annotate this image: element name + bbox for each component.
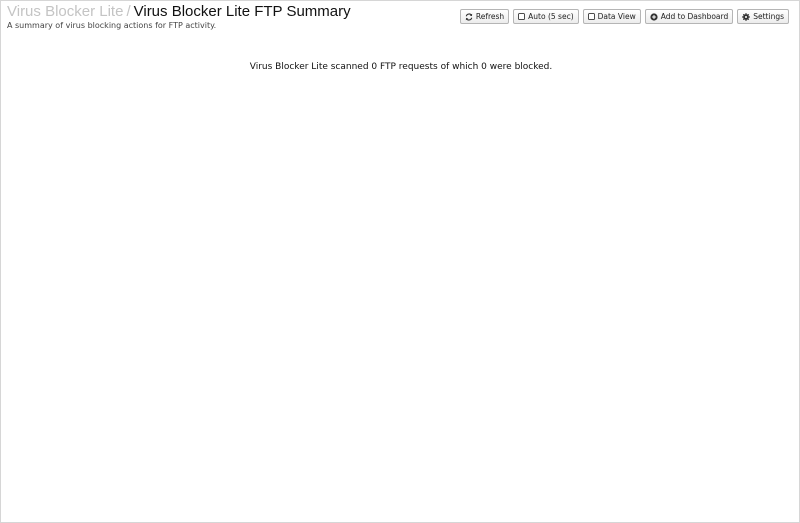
breadcrumb-parent[interactable]: Virus Blocker Lite	[7, 3, 123, 20]
refresh-icon	[465, 12, 473, 21]
summary-text: Virus Blocker Lite scanned 0 FTP request…	[249, 62, 553, 72]
settings-button[interactable]: Settings	[737, 9, 789, 24]
report-panel: Virus Blocker Lite / Virus Blocker Lite FT…	[0, 0, 800, 523]
breadcrumb-separator: /	[126, 3, 131, 20]
report-toolbar: Refresh Auto (5 sec) Data View Add to Da…	[459, 9, 789, 24]
data-view-label: Data View	[597, 12, 636, 21]
auto-refresh-label: Auto (5 sec)	[528, 12, 574, 21]
plus-circle-icon	[650, 12, 658, 21]
data-view-toggle[interactable]: Data View	[582, 9, 641, 24]
gear-icon	[742, 12, 750, 21]
add-to-dashboard-button[interactable]: Add to Dashboard	[644, 9, 734, 24]
settings-label: Settings	[753, 12, 784, 21]
page-title: Virus Blocker Lite FTP Summary	[133, 3, 351, 20]
refresh-label: Refresh	[475, 12, 505, 21]
checkbox-icon	[587, 13, 595, 20]
add-to-dashboard-label: Add to Dashboard	[660, 12, 729, 21]
report-header: Virus Blocker Lite / Virus Blocker Lite FT…	[7, 3, 351, 30]
breadcrumb: Virus Blocker Lite / Virus Blocker Lite FT…	[7, 3, 351, 20]
page-subtitle: A summary of virus blocking actions for …	[7, 21, 217, 30]
refresh-button[interactable]: Refresh	[459, 9, 510, 24]
checkbox-icon	[518, 13, 526, 20]
auto-refresh-toggle[interactable]: Auto (5 sec)	[513, 9, 579, 24]
